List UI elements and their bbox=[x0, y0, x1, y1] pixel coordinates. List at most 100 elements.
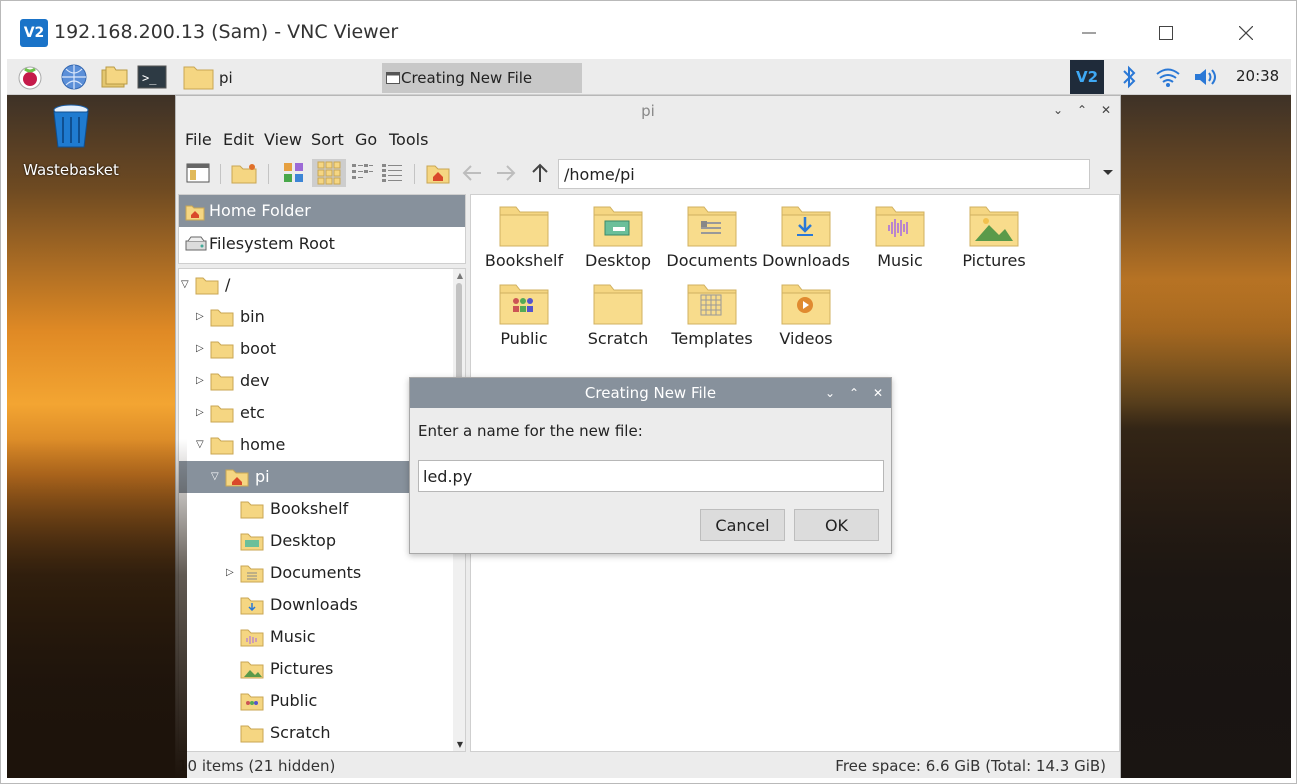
tree-item-documents[interactable]: ▷ Documents bbox=[179, 557, 453, 589]
maximize-icon[interactable] bbox=[1143, 15, 1189, 51]
expander-open-icon[interactable]: ▽ bbox=[196, 429, 208, 461]
folder-item-label: Scratch bbox=[587, 329, 649, 348]
chevron-up-icon[interactable]: ⌃ bbox=[1074, 102, 1090, 118]
chevron-down-icon[interactable]: ⌄ bbox=[1050, 102, 1066, 118]
vnc-tray-icon[interactable]: V2 bbox=[1070, 60, 1104, 94]
dialog-title[interactable]: Creating New File bbox=[410, 378, 891, 408]
status-bar: 10 items (21 hidden) Free space: 6.6 GiB… bbox=[176, 754, 1120, 778]
folder-item-label: Music bbox=[877, 251, 923, 270]
vnc-title-bar[interactable]: V2 192.168.200.13 (Sam) - VNC Viewer bbox=[1, 1, 1296, 59]
expander-closed-icon[interactable]: ▷ bbox=[196, 397, 208, 429]
ok-button[interactable]: OK bbox=[794, 509, 879, 541]
menu-sort[interactable]: Sort bbox=[311, 130, 344, 149]
wastebasket-desktop-item[interactable]: Wastebasket bbox=[21, 103, 121, 179]
taskbar-item-label: pi bbox=[219, 69, 233, 87]
place-filesystem-root[interactable]: Filesystem Root bbox=[179, 228, 465, 260]
menu-edit[interactable]: Edit bbox=[223, 130, 254, 149]
place-home-folder[interactable]: Home Folder bbox=[179, 195, 465, 227]
tree-item-label: home bbox=[240, 435, 286, 454]
new-window-icon[interactable] bbox=[184, 159, 212, 187]
place-label: Home Folder bbox=[209, 201, 311, 220]
address-bar[interactable] bbox=[558, 159, 1090, 189]
folder-icon bbox=[183, 66, 214, 90]
close-icon[interactable]: ✕ bbox=[1098, 102, 1114, 118]
folder-item-music[interactable]: Music bbox=[853, 203, 947, 270]
expander-open-icon[interactable]: ▽ bbox=[211, 461, 223, 493]
tree-item-label: boot bbox=[240, 339, 277, 358]
folder-item-label: Templates bbox=[671, 329, 753, 348]
desktop-folder-icon bbox=[593, 206, 643, 247]
folder-item-pictures[interactable]: Pictures bbox=[947, 203, 1041, 270]
bluetooth-icon[interactable] bbox=[1114, 63, 1144, 91]
back-arrow-icon[interactable] bbox=[458, 159, 486, 187]
taskbar-item-creating-new-file[interactable]: Creating New File bbox=[382, 63, 582, 93]
folder-item-downloads[interactable]: Downloads bbox=[759, 203, 853, 270]
folder-item-templates[interactable]: Templates bbox=[665, 281, 759, 348]
tree-item-pictures[interactable]: Pictures bbox=[179, 653, 453, 685]
chevron-down-icon[interactable]: ⌄ bbox=[822, 385, 838, 401]
folder-item-videos[interactable]: Videos bbox=[759, 281, 853, 348]
tree-item-label: Documents bbox=[270, 563, 362, 582]
forward-arrow-icon[interactable] bbox=[492, 159, 520, 187]
cancel-button[interactable]: Cancel bbox=[700, 509, 785, 541]
tree-item-downloads[interactable]: Downloads bbox=[179, 589, 453, 621]
tree-item-label: Public bbox=[270, 691, 318, 710]
tree-item-label: Scratch bbox=[270, 723, 331, 742]
folder-icon bbox=[593, 284, 643, 325]
thumbnail-view-icon[interactable] bbox=[312, 159, 346, 187]
pictures-folder-icon bbox=[240, 661, 264, 679]
tree-item-label: etc bbox=[240, 403, 265, 422]
close-icon[interactable]: ✕ bbox=[870, 385, 886, 401]
folder-item-documents[interactable]: Documents bbox=[665, 203, 759, 270]
remote-desktop[interactable]: >_ pi Creating New File V2 20:38 Wasteba… bbox=[7, 59, 1291, 778]
filename-input[interactable] bbox=[418, 460, 884, 492]
icon-view-icon[interactable] bbox=[280, 159, 308, 187]
list-view-icon[interactable] bbox=[378, 159, 406, 187]
new-folder-icon[interactable] bbox=[230, 159, 258, 187]
minimize-icon[interactable] bbox=[1066, 15, 1112, 51]
volume-icon[interactable] bbox=[1192, 63, 1222, 91]
folder-folder-icon bbox=[210, 373, 234, 391]
menu-go[interactable]: Go bbox=[355, 130, 377, 149]
folder-icon bbox=[499, 206, 549, 247]
folder-item-label: Downloads bbox=[762, 251, 850, 270]
folder-item-desktop[interactable]: Desktop bbox=[571, 203, 665, 270]
expander-closed-icon[interactable]: ▷ bbox=[196, 301, 208, 333]
wastebasket-icon bbox=[53, 104, 89, 148]
folder-item-public[interactable]: Public bbox=[477, 281, 571, 348]
expander-open-icon[interactable]: ▽ bbox=[181, 269, 193, 301]
home-icon[interactable] bbox=[424, 159, 452, 187]
tree-item-root[interactable]: ▽ / bbox=[179, 269, 453, 301]
tree-item-public[interactable]: Public bbox=[179, 685, 453, 717]
compact-view-icon[interactable] bbox=[348, 159, 376, 187]
file-manager-title[interactable]: pi bbox=[176, 96, 1120, 126]
chevron-up-icon[interactable]: ⌃ bbox=[846, 385, 862, 401]
tree-item-music[interactable]: Music bbox=[179, 621, 453, 653]
expander-closed-icon[interactable]: ▷ bbox=[196, 333, 208, 365]
clock[interactable]: 20:38 bbox=[1236, 67, 1279, 85]
tree-item-boot[interactable]: ▷ boot bbox=[179, 333, 453, 365]
address-dropdown-icon[interactable] bbox=[1094, 159, 1122, 187]
expander-closed-icon[interactable]: ▷ bbox=[226, 557, 238, 589]
menu-view[interactable]: View bbox=[264, 130, 302, 149]
file-manager-icon[interactable] bbox=[99, 63, 129, 91]
wifi-icon[interactable] bbox=[1153, 63, 1183, 91]
tree-item-label: bin bbox=[240, 307, 265, 326]
folder-item-bookshelf[interactable]: Bookshelf bbox=[477, 203, 571, 270]
terminal-icon[interactable]: >_ bbox=[137, 63, 167, 91]
up-arrow-icon[interactable] bbox=[526, 159, 554, 187]
close-icon[interactable] bbox=[1223, 15, 1269, 51]
raspberry-menu-icon[interactable] bbox=[15, 63, 45, 91]
vnc-window-title: 192.168.200.13 (Sam) - VNC Viewer bbox=[54, 21, 399, 43]
tree-item-label: pi bbox=[255, 467, 270, 486]
expander-closed-icon[interactable]: ▷ bbox=[196, 365, 208, 397]
folder-item-scratch[interactable]: Scratch bbox=[571, 281, 665, 348]
tree-item-scratch[interactable]: Scratch bbox=[179, 717, 453, 749]
menu-file[interactable]: File bbox=[185, 130, 212, 149]
folder-folder-icon bbox=[240, 725, 264, 743]
browser-icon[interactable] bbox=[59, 63, 89, 91]
menu-tools[interactable]: Tools bbox=[389, 130, 428, 149]
tree-item-bin[interactable]: ▷ bin bbox=[179, 301, 453, 333]
taskbar-item-pi[interactable]: pi bbox=[183, 63, 383, 91]
documents-folder-icon bbox=[687, 206, 737, 247]
